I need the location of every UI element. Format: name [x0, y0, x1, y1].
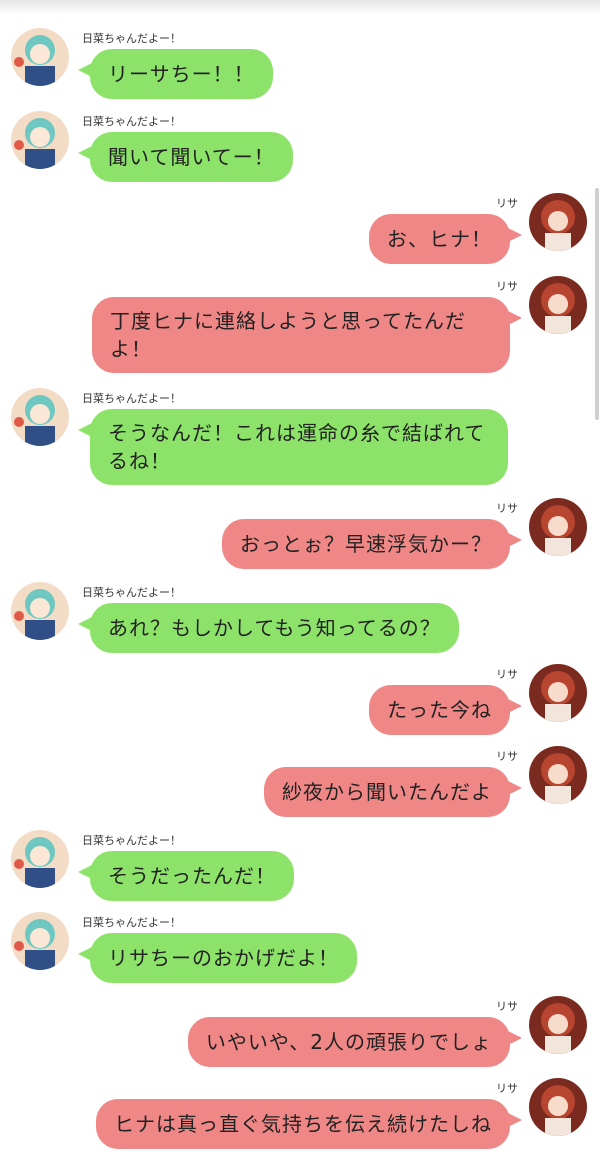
avatar-hina[interactable] — [11, 111, 69, 169]
chat-message: 日菜ちゃんだよー！ 聞いて聞いてー！ — [0, 111, 600, 191]
message-bubble[interactable]: そうなんだ！これは運命の糸で結ばれてるね！ — [78, 409, 508, 485]
message-bubble[interactable]: 丁度ヒナに連絡しようと思ってたんだよ！ — [92, 297, 522, 373]
chat-message: リサ 丁度ヒナに連絡しようと思ってたんだよ！ — [0, 276, 600, 380]
chat-message: リサ いやいや、2人の頑張りでしょ — [0, 996, 600, 1076]
chat-message: リサ たった今ね — [0, 664, 600, 744]
message-bubble[interactable]: そうだったんだ！ — [78, 851, 294, 901]
sender-name: 日菜ちゃんだよー！ — [82, 916, 181, 929]
chat-message: リサ おっとぉ？早速浮気かー？ — [0, 498, 600, 578]
avatar-hina[interactable] — [11, 388, 69, 446]
avatar-hina[interactable] — [11, 912, 69, 970]
sender-name: 日菜ちゃんだよー！ — [82, 115, 181, 128]
avatar-lisa[interactable] — [529, 664, 587, 722]
avatar-hina[interactable] — [11, 830, 69, 888]
chat-message: リサ ヒナは真っ直ぐ気持ちを伝え続けたしね — [0, 1078, 600, 1158]
message-bubble[interactable]: ヒナは真っ直ぐ気持ちを伝え続けたしね — [96, 1099, 522, 1149]
avatar-lisa[interactable] — [529, 1078, 587, 1136]
avatar-hina[interactable] — [11, 28, 69, 86]
sender-name: リサ — [496, 197, 518, 210]
chat-message: リサ お、ヒナ！ — [0, 193, 600, 273]
avatar-lisa[interactable] — [529, 276, 587, 334]
sender-name: 日菜ちゃんだよー！ — [82, 392, 181, 405]
chat-message: 日菜ちゃんだよー！ そうなんだ！これは運命の糸で結ばれてるね！ — [0, 388, 600, 492]
avatar-lisa[interactable] — [529, 996, 587, 1054]
message-bubble[interactable]: たった今ね — [369, 685, 522, 735]
avatar-hina[interactable] — [11, 582, 69, 640]
avatar-lisa[interactable] — [529, 498, 587, 556]
sender-name: リサ — [496, 1000, 518, 1013]
scrollbar[interactable] — [595, 188, 599, 420]
sender-name: リサ — [496, 502, 518, 515]
chat-message: 日菜ちゃんだよー！ そうだったんだ！ — [0, 830, 600, 910]
sender-name: リサ — [496, 1082, 518, 1095]
message-bubble[interactable]: リーサちー！！ — [78, 49, 273, 99]
sender-name: リサ — [496, 668, 518, 681]
chat-message: 日菜ちゃんだよー！ リサちーのおかげだよ！ — [0, 912, 600, 992]
message-bubble[interactable]: 紗夜から聞いたんだよ — [264, 767, 522, 817]
message-bubble[interactable]: おっとぉ？早速浮気かー？ — [222, 519, 522, 569]
message-bubble[interactable]: リサちーのおかげだよ！ — [78, 933, 357, 983]
chat-message: 日菜ちゃんだよー！ リーサちー！！ — [0, 28, 600, 108]
sender-name: 日菜ちゃんだよー！ — [82, 586, 181, 599]
message-bubble[interactable]: いやいや、2人の頑張りでしょ — [187, 1017, 523, 1067]
sender-name: 日菜ちゃんだよー！ — [82, 834, 181, 847]
message-bubble[interactable]: お、ヒナ！ — [369, 214, 522, 264]
chat-message: リサ 紗夜から聞いたんだよ — [0, 746, 600, 826]
avatar-lisa[interactable] — [529, 746, 587, 804]
message-bubble[interactable]: 聞いて聞いてー！ — [78, 132, 293, 182]
chat-message: 日菜ちゃんだよー！ あれ？もしかしてもう知ってるの？ — [0, 582, 600, 662]
sender-name: リサ — [496, 750, 518, 763]
message-bubble[interactable]: あれ？もしかしてもう知ってるの？ — [78, 603, 459, 653]
sender-name: リサ — [496, 280, 518, 293]
chat-log[interactable]: 日菜ちゃんだよー！ リーサちー！！ 日菜ちゃんだよー！ 聞いて聞いてー！ リサ … — [0, 0, 600, 1156]
sender-name: 日菜ちゃんだよー！ — [82, 32, 181, 45]
avatar-lisa[interactable] — [529, 193, 587, 251]
